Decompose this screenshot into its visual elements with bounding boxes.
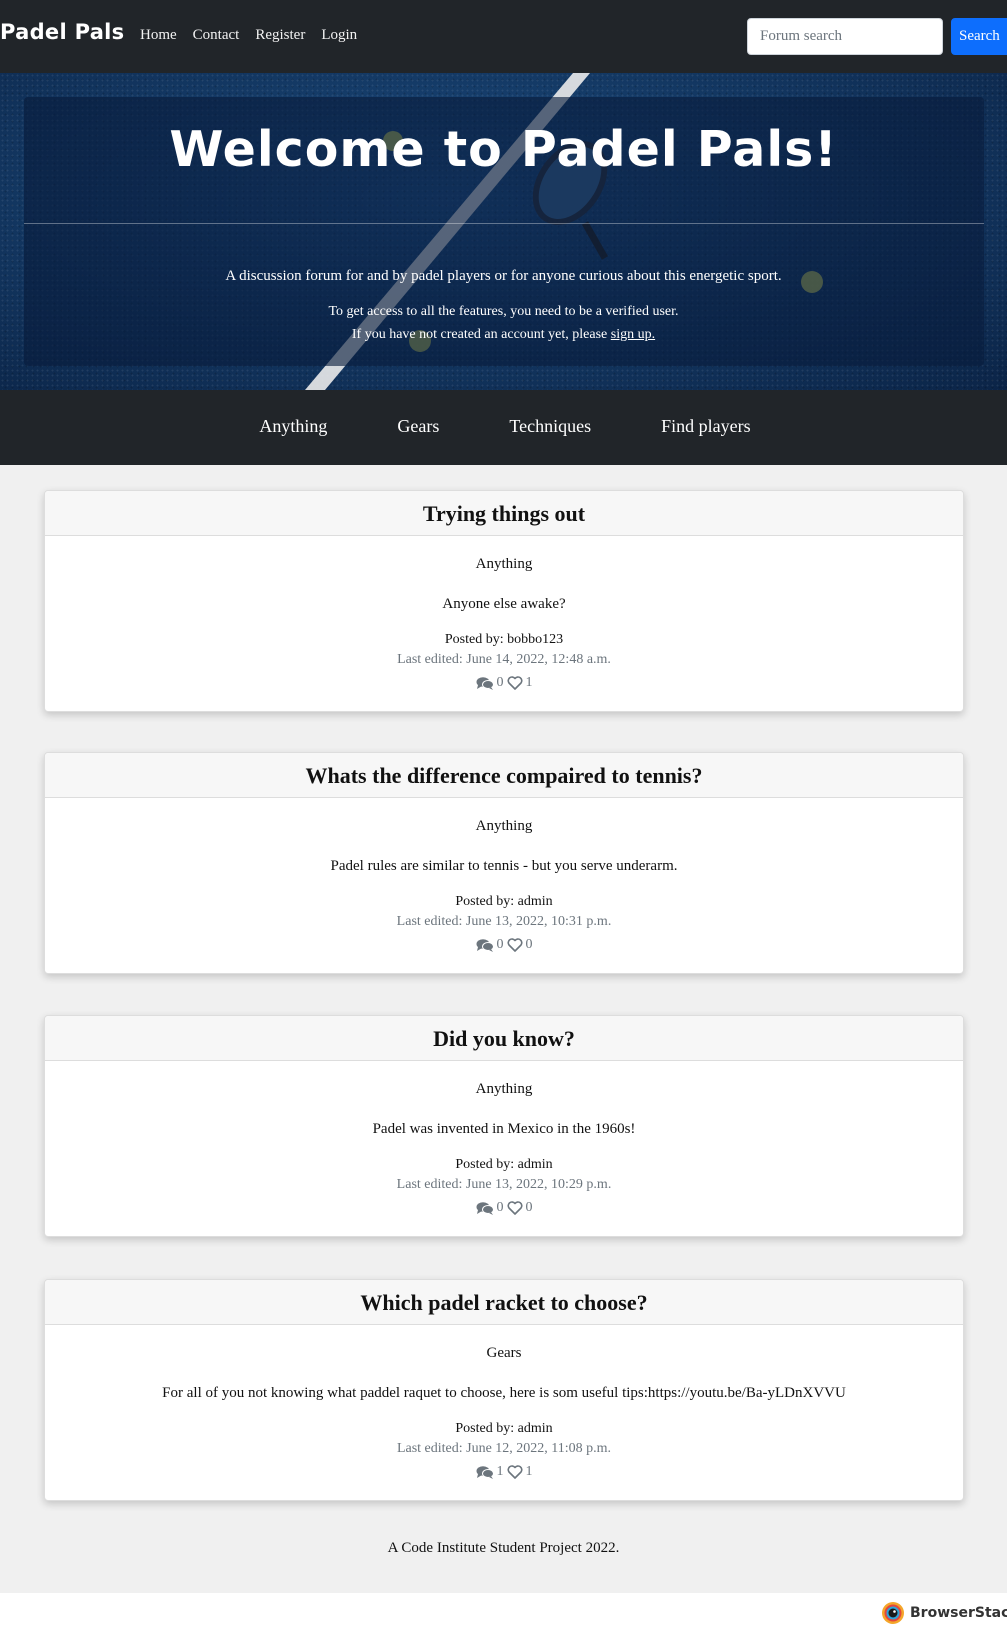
nav-link-home[interactable]: Home (140, 27, 177, 44)
hero-verified-note: To get access to all the features, you n… (328, 304, 679, 319)
post-stats: 0 1 (45, 675, 963, 691)
post-category: Anything (475, 556, 533, 572)
browserstack-logo-icon (882, 1602, 904, 1624)
comment-count: 0 (496, 1200, 504, 1215)
category-gears[interactable]: Gears (397, 416, 439, 437)
comment-count: 1 (496, 1464, 504, 1479)
hero-signup-note: If you have not created an account yet, … (0, 327, 1007, 343)
post-card: Which padel racket to choose? Gears For … (44, 1279, 964, 1501)
like-count: 0 (525, 937, 533, 952)
nav-link-contact[interactable]: Contact (193, 27, 240, 44)
nav-link-login[interactable]: Login (321, 27, 357, 44)
search-button[interactable]: Search (951, 18, 1007, 55)
hero-banner: Welcome to Padel Pals! A discussion foru… (0, 73, 1007, 390)
post-author: Posted by: bobbo123 (444, 632, 564, 647)
category-bar: Anything Gears Techniques Find players (0, 390, 1007, 465)
like-count: 1 (525, 1464, 533, 1479)
comments-icon (476, 1466, 494, 1479)
browserstack-label: BrowserStack (910, 1605, 1007, 1621)
hero-description: A discussion forum for and by padel play… (225, 268, 782, 284)
post-excerpt: Anyone else awake? (442, 596, 566, 612)
comment-count: 0 (496, 937, 504, 952)
brand-logo[interactable]: Padel Pals (0, 20, 124, 44)
post-edited-date: Last edited: June 13, 2022, 10:29 p.m. (396, 1177, 612, 1192)
browserstack-bar (0, 1593, 1007, 1633)
like-count: 0 (525, 1200, 533, 1215)
post-excerpt: Padel was invented in Mexico in the 1960… (372, 1121, 636, 1137)
post-stats: 1 1 (45, 1464, 963, 1480)
post-category: Anything (475, 818, 533, 834)
hero-divider (24, 223, 984, 224)
hero-title: Welcome to Padel Pals! (169, 121, 838, 178)
category-anything[interactable]: Anything (259, 416, 327, 437)
heart-icon[interactable] (506, 1465, 523, 1479)
comment-count: 0 (496, 675, 504, 690)
hero-signup-prefix: If you have not created an account yet, … (351, 327, 611, 342)
forum-search-input[interactable] (747, 18, 943, 55)
category-links: Anything Gears Techniques Find players (0, 416, 1007, 437)
post-title[interactable]: Did you know? (45, 1016, 963, 1061)
post-stats: 0 0 (45, 1200, 963, 1216)
post-stats: 0 0 (45, 937, 963, 953)
post-edited-date: Last edited: June 13, 2022, 10:31 p.m. (396, 914, 612, 929)
post-edited-date: Last edited: June 12, 2022, 11:08 p.m. (396, 1441, 612, 1456)
post-title[interactable]: Trying things out (45, 491, 963, 536)
category-techniques[interactable]: Techniques (509, 416, 591, 437)
post-edited-date: Last edited: June 14, 2022, 12:48 a.m. (397, 652, 611, 667)
post-card: Trying things out Anything Anyone else a… (44, 490, 964, 712)
post-card: Whats the difference compaired to tennis… (44, 752, 964, 974)
nav-link-register[interactable]: Register (255, 27, 305, 44)
post-title[interactable]: Which padel racket to choose? (45, 1280, 963, 1325)
post-card: Did you know? Anything Padel was invente… (44, 1015, 964, 1237)
comments-icon (476, 939, 494, 952)
post-title[interactable]: Whats the difference compaired to tennis… (45, 753, 963, 798)
post-author: Posted by: admin (455, 1157, 553, 1172)
signup-link[interactable]: sign up. (611, 327, 655, 342)
heart-icon[interactable] (506, 676, 523, 690)
comments-icon (476, 1202, 494, 1215)
top-navbar: Padel Pals Home Contact Register Login S… (0, 0, 1007, 73)
comments-icon (476, 677, 494, 690)
post-author: Posted by: admin (455, 1421, 553, 1436)
footer-text: A Code Institute Student Project 2022. (387, 1540, 620, 1556)
heart-icon[interactable] (506, 1201, 523, 1215)
post-excerpt: For all of you not knowing what paddel r… (162, 1385, 846, 1401)
post-category: Anything (475, 1081, 533, 1097)
post-excerpt: Padel rules are similar to tennis - but … (330, 858, 678, 874)
browserstack-badge: BrowserStack (881, 1601, 1007, 1625)
nav-links: Home Contact Register Login (140, 27, 357, 44)
post-author: Posted by: admin (455, 894, 553, 909)
category-find-players[interactable]: Find players (661, 416, 751, 437)
like-count: 1 (525, 675, 533, 690)
post-category: Gears (486, 1345, 522, 1361)
heart-icon[interactable] (506, 938, 523, 952)
